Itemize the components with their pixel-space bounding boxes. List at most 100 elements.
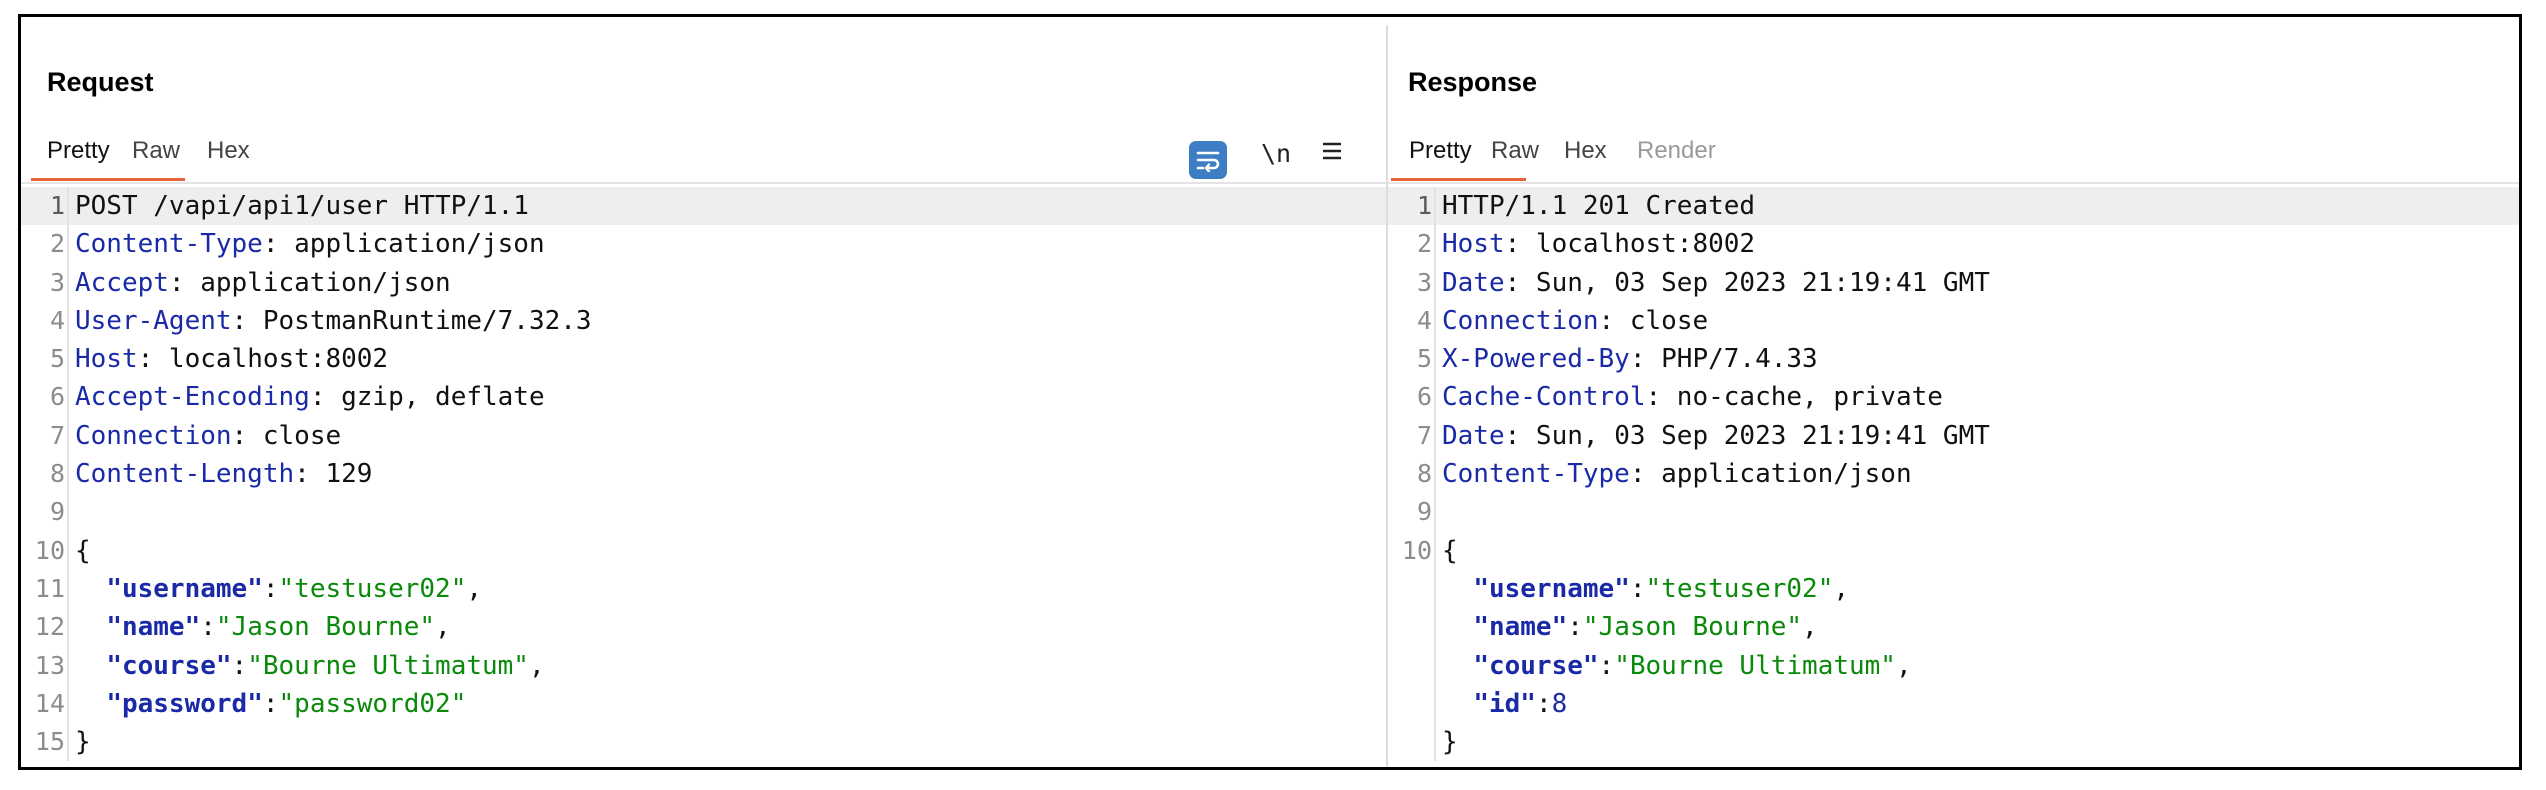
code-line[interactable]: "course":"Bourne Ultimatum", [1388, 646, 2519, 685]
gutter-divider [1434, 340, 1436, 379]
code-token: "course" [1473, 650, 1599, 681]
line-number: 14 [34, 688, 65, 718]
tabs-separator [21, 182, 1386, 184]
line-number: 9 [49, 497, 65, 527]
newline-toggle[interactable]: \n [1261, 139, 1291, 168]
code-token: { [1442, 535, 1458, 566]
code-token: "password02" [278, 688, 467, 719]
code-line[interactable]: 8 Content-Length: 129 [21, 455, 1386, 494]
gutter-divider [67, 723, 69, 762]
active-tab-underline [1391, 178, 1526, 181]
gutter-divider [67, 531, 69, 570]
gutter-divider [67, 301, 69, 341]
code-token: POST /vapi/api1/user HTTP/1.1 [75, 191, 529, 221]
response-title: Response [1408, 67, 1538, 97]
line-number: 5 [49, 344, 65, 374]
tab-raw[interactable]: Raw [1491, 137, 1539, 165]
code-line[interactable]: 3 Date: Sun, 03 Sep 2023 21:19:41 GMT [1388, 263, 2519, 302]
code-token: : localhost:8002 [137, 344, 389, 375]
code-text: Connection: close [75, 417, 341, 455]
code-token: "name" [106, 612, 201, 643]
request-title: Request [47, 67, 154, 97]
tab-render[interactable]: Render [1637, 137, 1716, 165]
code-line[interactable]: 12 "name":"Jason Bourne", [21, 608, 1386, 647]
code-line[interactable]: 5 Host: localhost:8002 [21, 340, 1386, 379]
code-line[interactable]: 9 [1388, 493, 2519, 532]
response-editor[interactable]: 1 HTTP/1.1 201 Created 2 Host: localhost:80… [1388, 187, 2519, 762]
code-line[interactable]: 3 Accept: application/json [21, 263, 1386, 302]
code-line[interactable]: 1 HTTP/1.1 201 Created [1388, 187, 2519, 226]
code-line[interactable]: } [1388, 723, 2519, 762]
line-number: 1 [1416, 191, 1432, 220]
code-line[interactable]: 6 Accept-Encoding: gzip, deflate [21, 378, 1386, 417]
tab-pretty[interactable]: Pretty [1409, 137, 1472, 165]
response-pane: Response Pretty Raw Hex Render 1 HTTP/1.1… [1388, 17, 2519, 767]
gutter-divider [67, 378, 69, 417]
code-line[interactable]: 5 X-Powered-By: PHP/7.4.33 [1388, 340, 2519, 379]
tab-hex[interactable]: Hex [207, 137, 250, 165]
code-token: : [1629, 573, 1646, 604]
active-tab-underline [31, 178, 185, 181]
code-line[interactable]: 10 { [21, 531, 1386, 570]
request-editor[interactable]: 1 POST /vapi/api1/user HTTP/1.1 2 Content-T… [21, 187, 1386, 762]
gutter-divider [67, 455, 69, 494]
tab-hex[interactable]: Hex [1564, 137, 1607, 165]
code-text: "course":"Bourne Ultimatum", [75, 647, 544, 685]
code-token: Date [1442, 267, 1505, 298]
tab-pretty[interactable]: Pretty [47, 137, 110, 165]
code-token: Content-Type [75, 229, 263, 260]
code-text: Connection: close [1442, 302, 1708, 340]
tab-raw[interactable]: Raw [132, 137, 180, 165]
code-line[interactable]: "id":8 [1388, 684, 2519, 724]
gutter-divider [1434, 531, 1436, 570]
code-token: "testuser02" [1645, 573, 1834, 604]
code-token: Host [1442, 229, 1505, 260]
code-line[interactable]: 2 Host: localhost:8002 [1388, 225, 2519, 264]
gutter-divider [1434, 225, 1436, 264]
code-text: } [75, 723, 91, 761]
code-token: X-Powered-By [1442, 344, 1630, 375]
code-text: { [75, 532, 91, 570]
code-token: : [1535, 688, 1552, 719]
code-token: "Bourne Ultimatum" [1614, 650, 1896, 681]
code-line[interactable]: 6 Cache-Control: no-cache, private [1388, 378, 2519, 417]
code-line[interactable]: 10 { [1388, 531, 2519, 570]
wrap-lines-icon[interactable] [1189, 141, 1227, 179]
code-line[interactable]: 4 User-Agent: PostmanRuntime/7.32.3 [21, 301, 1386, 341]
code-token: , [435, 612, 451, 643]
code-line[interactable]: 14 "password":"password02" [21, 684, 1386, 724]
code-line[interactable]: 1 POST /vapi/api1/user HTTP/1.1 [21, 187, 1386, 226]
code-token: : PHP/7.4.33 [1629, 344, 1818, 375]
code-line[interactable]: 13 "course":"Bourne Ultimatum", [21, 646, 1386, 685]
code-token: , [1802, 612, 1818, 643]
code-line[interactable]: 2 Content-Type: application/json [21, 225, 1386, 264]
code-text: "name":"Jason Bourne", [75, 608, 451, 646]
code-line[interactable]: 15} [21, 723, 1386, 762]
line-number: 6 [49, 382, 65, 412]
code-line[interactable]: "name":"Jason Bourne", [1388, 608, 2519, 647]
code-line[interactable]: 4 Connection: close [1388, 301, 2519, 341]
code-token: : [262, 688, 279, 719]
code-text: "id":8 [1442, 685, 1567, 723]
code-token: "Jason Bourne" [1582, 612, 1803, 643]
gutter-divider [1434, 187, 1436, 226]
code-line[interactable]: 7 Date: Sun, 03 Sep 2023 21:19:41 GMT [1388, 416, 2519, 456]
code-line[interactable]: 7 Connection: close [21, 416, 1386, 456]
code-token: Content-Length [75, 459, 295, 490]
code-line[interactable]: 9 [21, 493, 1386, 532]
code-line[interactable]: "username":"testuser02", [1388, 569, 2519, 609]
hamburger-menu-icon[interactable] [1321, 138, 1343, 168]
line-number: 7 [49, 420, 65, 450]
line-number: 10 [34, 535, 65, 565]
code-token: Date [1442, 420, 1505, 451]
code-line[interactable]: 11 "username":"testuser02", [21, 569, 1386, 609]
code-token: Connection [1442, 305, 1599, 336]
gutter-divider [1434, 378, 1436, 417]
code-line[interactable]: 8 Content-Type: application/json [1388, 455, 2519, 494]
code-token: "Jason Bourne" [215, 612, 436, 643]
line-number: 6 [1416, 382, 1432, 412]
